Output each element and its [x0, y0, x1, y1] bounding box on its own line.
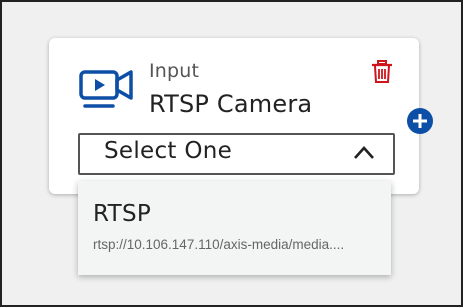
select-value: Select One [104, 138, 233, 164]
option-url: rtsp://10.106.147.110/axis-media/media..… [93, 237, 345, 252]
add-connection-button[interactable] [407, 108, 433, 134]
node-name: RTSP Camera [149, 90, 313, 118]
dropdown-option-rtsp[interactable]: RTSP rtsp://10.106.147.110/axis-media/me… [78, 181, 391, 275]
video-camera-icon [79, 70, 133, 108]
plus-circle-icon [413, 114, 427, 128]
trash-icon[interactable] [371, 60, 393, 84]
source-select[interactable]: Select One [78, 133, 395, 175]
select-dropdown: RTSP rtsp://10.106.147.110/axis-media/me… [78, 181, 391, 275]
chevron-up-icon [354, 146, 374, 159]
canvas-frame: Input RTSP Camera Select One RTSP rtsp:/… [0, 0, 463, 307]
option-title: RTSP [93, 201, 152, 227]
node-type-label: Input [149, 60, 200, 82]
input-node-card[interactable]: Input RTSP Camera Select One [49, 38, 419, 194]
